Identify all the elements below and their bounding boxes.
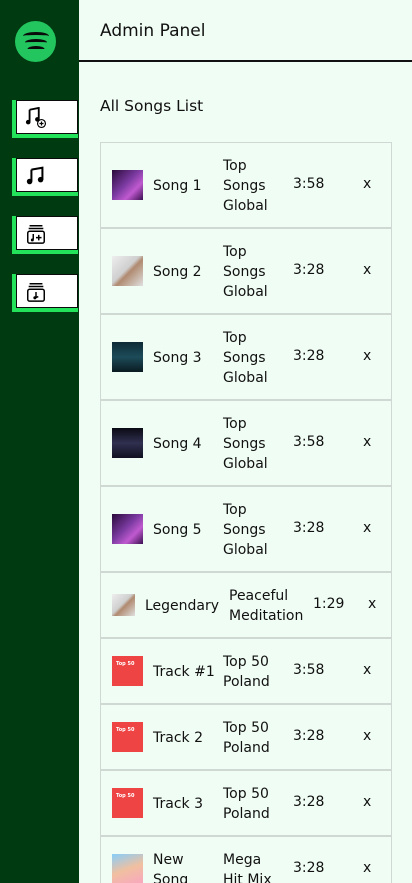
- table-row: Legendary Peaceful Meditation 1:29 x: [101, 573, 391, 639]
- add-album-button[interactable]: [12, 216, 78, 254]
- song-duration: 3:28: [293, 794, 325, 810]
- song-duration: 3:58: [293, 662, 325, 678]
- song-album: Top Songs Global: [223, 244, 268, 300]
- song-album: Top Songs Global: [223, 158, 268, 214]
- music-note-plus-icon: [25, 107, 47, 129]
- album-list-icon: [27, 283, 45, 302]
- music-note-icon: [26, 166, 44, 185]
- table-row: Song 4 Top Songs Global 3:58 x: [101, 401, 391, 487]
- song-name: Legendary: [145, 598, 220, 614]
- delete-song-button[interactable]: x: [363, 860, 371, 876]
- table-row: Top 50 Track 2 Top 50 Poland 3:28 x: [101, 705, 391, 771]
- table-row: Top 50 Track #1 Top 50 Poland 3:58 x: [101, 639, 391, 705]
- song-name: Track 3: [153, 796, 203, 812]
- sidebar: [0, 0, 79, 883]
- song-name: Track 2: [153, 730, 203, 746]
- song-duration: 3:58: [293, 434, 325, 450]
- list-albums-button[interactable]: [12, 274, 78, 312]
- song-duration: 1:29: [313, 596, 345, 612]
- song-album: Top 50 Poland: [223, 654, 270, 690]
- list-songs-button[interactable]: [12, 158, 78, 196]
- spotify-logo-icon: [15, 21, 56, 62]
- song-duration: 3:28: [293, 262, 325, 278]
- delete-song-button[interactable]: x: [363, 662, 371, 678]
- song-album: Top 50 Poland: [223, 786, 270, 822]
- song-album: Peaceful Meditation: [229, 588, 304, 624]
- song-album: Top Songs Global: [223, 502, 268, 558]
- song-duration: 3:28: [293, 860, 325, 876]
- song-thumbnail: Top 50: [112, 656, 143, 686]
- song-thumbnail: Top 50: [112, 788, 143, 818]
- table-row: New Song Mega Hit Mix 3:28 x: [101, 837, 391, 883]
- table-row: Top 50 Track 3 Top 50 Poland 3:28 x: [101, 771, 391, 837]
- top-header: Admin Panel: [79, 0, 412, 62]
- album-add-icon: [27, 225, 45, 244]
- section-title: All Songs List: [100, 97, 204, 115]
- song-duration: 3:28: [293, 348, 325, 364]
- song-album: Mega Hit Mix: [223, 852, 272, 883]
- delete-song-button[interactable]: x: [368, 596, 376, 612]
- songs-table: Song 1 Top Songs Global 3:58 x Song 2 Top S…: [100, 142, 392, 883]
- song-album: Top Songs Global: [223, 330, 268, 386]
- song-thumbnail: [112, 170, 143, 200]
- song-thumbnail: [112, 854, 143, 883]
- table-row: Song 1 Top Songs Global 3:58 x: [101, 143, 391, 229]
- delete-song-button[interactable]: x: [363, 176, 371, 192]
- add-song-button[interactable]: [12, 100, 78, 138]
- song-thumbnail: Top 50: [112, 722, 143, 752]
- song-name: Song 4: [153, 436, 202, 452]
- song-duration: 3:28: [293, 520, 325, 536]
- song-thumbnail: [112, 594, 135, 616]
- delete-song-button[interactable]: x: [363, 434, 371, 450]
- song-thumbnail: [112, 342, 143, 372]
- song-name: Track #1: [153, 664, 215, 680]
- song-name: Song 2: [153, 264, 202, 280]
- page-title: Admin Panel: [100, 21, 206, 41]
- delete-song-button[interactable]: x: [363, 520, 371, 536]
- delete-song-button[interactable]: x: [363, 794, 371, 810]
- song-album: Top Songs Global: [223, 416, 268, 472]
- song-thumbnail: [112, 256, 143, 286]
- delete-song-button[interactable]: x: [363, 728, 371, 744]
- song-name: Song 3: [153, 350, 202, 366]
- song-name: New Song: [153, 852, 189, 883]
- table-row: Song 2 Top Songs Global 3:28 x: [101, 229, 391, 315]
- song-thumbnail: [112, 514, 143, 544]
- delete-song-button[interactable]: x: [363, 262, 371, 278]
- song-name: Song 5: [153, 522, 202, 538]
- song-thumbnail: [112, 428, 143, 458]
- song-duration: 3:28: [293, 728, 325, 744]
- song-name: Song 1: [153, 178, 202, 194]
- table-row: Song 5 Top Songs Global 3:28 x: [101, 487, 391, 573]
- song-album: Top 50 Poland: [223, 720, 270, 756]
- delete-song-button[interactable]: x: [363, 348, 371, 364]
- table-row: Song 3 Top Songs Global 3:28 x: [101, 315, 391, 401]
- song-duration: 3:58: [293, 176, 325, 192]
